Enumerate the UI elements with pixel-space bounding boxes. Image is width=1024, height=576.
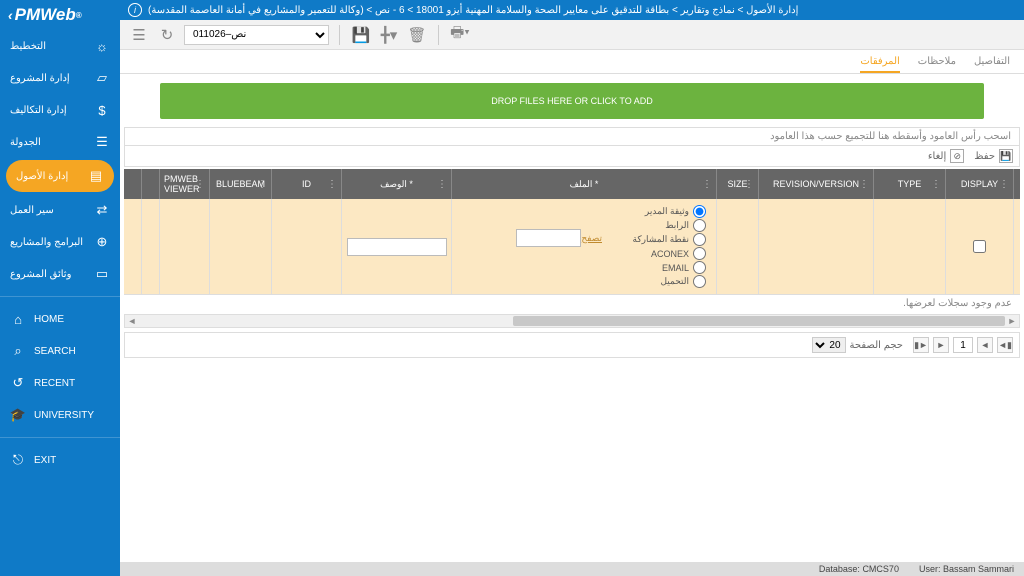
toolbar: ☰ ↻ نص–011026 💾 ╋▾ 🗑 🖶▾: [120, 20, 1024, 50]
radio-download[interactable]: التحميل: [660, 275, 706, 288]
dollar-icon: $: [94, 102, 110, 118]
filter-row: وثيقة المدير الرابط نقطة المشاركة ACONEX…: [124, 199, 1020, 295]
pager-prev[interactable]: ◄: [977, 337, 993, 353]
col-file[interactable]: الملف *⋮: [452, 169, 717, 199]
nav-documents[interactable]: وثائق المشروع▭: [0, 258, 120, 290]
db-value: CMCS70: [862, 564, 899, 574]
col-expand[interactable]: [142, 169, 160, 199]
pager-size-label: حجم الصفحة: [850, 340, 903, 351]
file-path-input[interactable]: [516, 229, 581, 247]
exit-icon: ⎋: [10, 452, 26, 468]
description-input[interactable]: [347, 238, 447, 256]
horizontal-scroll[interactable]: ◄ ►: [124, 314, 1020, 328]
tab-attachments[interactable]: المرفقات: [860, 50, 899, 73]
tab-details[interactable]: التفاصيل: [974, 50, 1010, 73]
col-size[interactable]: SIZE⋮: [717, 169, 759, 199]
file-source-radios: وثيقة المدير الرابط نقطة المشاركة ACONEX…: [456, 203, 712, 290]
save-small-icon: 💾: [999, 149, 1013, 163]
flow-icon: ⇄: [94, 202, 110, 218]
content: DROP FILES HERE OR CLICK TO ADD اسحب رأس…: [120, 75, 1024, 562]
col-select[interactable]: [124, 169, 142, 199]
search-icon: ⌕: [10, 343, 26, 359]
history-icon: ↺: [10, 375, 26, 391]
file-dropzone[interactable]: DROP FILES HERE OR CLICK TO ADD: [160, 83, 984, 119]
tabs: التفاصيل ملاحظات المرفقات: [120, 50, 1024, 74]
no-records-label: عدم وجود سجلات لعرضها.: [124, 295, 1020, 312]
print-icon[interactable]: 🖶▾: [449, 24, 471, 46]
pager-first[interactable]: ▮◄: [997, 337, 1013, 353]
footer-bar: Database: CMCS70 User: Bassam Sammari: [120, 562, 1024, 576]
logo: ‹ PMWeb ®: [0, 0, 120, 30]
pager-page-input[interactable]: [953, 337, 973, 353]
nav-home[interactable]: ⌂HOME: [0, 303, 120, 335]
user-value: Bassam Sammari: [943, 564, 1014, 574]
list-icon[interactable]: ☰: [128, 24, 150, 46]
pager-size-select[interactable]: 20: [812, 337, 846, 353]
book-icon: ▤: [88, 168, 104, 184]
document-icon: ▱: [94, 70, 110, 86]
nav-exit[interactable]: ⎋EXIT: [0, 444, 120, 476]
record-select[interactable]: نص–011026: [184, 25, 329, 45]
pager: ▮◄ ◄ ► ►▮ حجم الصفحة 20: [124, 332, 1020, 358]
delete-icon[interactable]: 🗑: [406, 24, 428, 46]
scroll-right-icon[interactable]: ►: [1005, 315, 1019, 327]
browse-link[interactable]: تصفح: [581, 233, 602, 244]
radio-sharepoint[interactable]: نقطة المشاركة: [633, 233, 706, 246]
save-icon[interactable]: 💾: [350, 24, 372, 46]
nav-recent[interactable]: ↺RECENT: [0, 367, 120, 399]
sidebar: ‹ PMWeb ® التخطيط☼ إدارة المشروع▱ إدارة …: [0, 0, 120, 576]
logo-text: PMWeb: [15, 5, 76, 25]
col-id[interactable]: ID⋮: [272, 169, 342, 199]
grid-action-bar: 💾حفظ ⊘إلغاء: [124, 146, 1020, 167]
add-icon[interactable]: ╋▾: [378, 24, 400, 46]
display-checkbox[interactable]: [973, 240, 986, 253]
user-label: User:: [919, 564, 941, 574]
nav-planning[interactable]: التخطيط☼: [0, 30, 120, 62]
db-label: Database:: [819, 564, 860, 574]
lightbulb-icon: ☼: [94, 38, 110, 54]
radio-doc-mgr[interactable]: وثيقة المدير: [645, 205, 706, 218]
cancel-small-icon: ⊘: [950, 149, 964, 163]
scroll-thumb[interactable]: [513, 316, 1005, 326]
home-icon: ⌂: [10, 311, 26, 327]
attachments-grid: PMWEB VIEWER⋮ BLUEBEAM⋮ ID⋮ الوصف *⋮ الم…: [124, 169, 1020, 295]
col-display[interactable]: DISPLAY⋮: [946, 169, 1014, 199]
grid-header: PMWEB VIEWER⋮ BLUEBEAM⋮ ID⋮ الوصف *⋮ الم…: [124, 169, 1020, 199]
col-bluebeam[interactable]: BLUEBEAM⋮: [210, 169, 272, 199]
nav-workflow[interactable]: سير العمل⇄: [0, 194, 120, 226]
col-revision[interactable]: REVISION/VERSION⋮: [759, 169, 874, 199]
pager-last[interactable]: ►▮: [913, 337, 929, 353]
briefcase-icon: ▭: [94, 266, 110, 282]
nav-scheduling[interactable]: الجدولة☰: [0, 126, 120, 158]
header-bar: إدارة الأصول > نماذج وتقارير > بطاقة للت…: [120, 0, 1024, 20]
breadcrumb: إدارة الأصول > نماذج وتقارير > بطاقة للت…: [148, 5, 798, 16]
nav-programs[interactable]: البرامج والمشاريع⊕: [0, 226, 120, 258]
group-by-bar[interactable]: اسحب رأس العامود وأسقطه هنا للتجميع حسب …: [124, 127, 1020, 146]
radio-email[interactable]: EMAIL: [662, 261, 706, 274]
bars-icon: ☰: [94, 134, 110, 150]
radio-aconex[interactable]: ACONEX: [651, 247, 706, 260]
globe-icon: ⊕: [94, 234, 110, 250]
nav-cost-mgmt[interactable]: إدارة التكاليف$: [0, 94, 120, 126]
info-icon[interactable]: i: [128, 3, 142, 17]
col-pmweb-viewer[interactable]: PMWEB VIEWER⋮: [160, 169, 210, 199]
radio-link[interactable]: الرابط: [665, 219, 706, 232]
col-type[interactable]: TYPE⋮: [874, 169, 946, 199]
graduation-icon: 🎓: [10, 407, 26, 423]
nav-university[interactable]: 🎓UNIVERSITY: [0, 399, 120, 431]
nav-project-mgmt[interactable]: إدارة المشروع▱: [0, 62, 120, 94]
grid-save-button[interactable]: 💾حفظ: [974, 149, 1013, 163]
collapse-chevron-icon[interactable]: ‹: [8, 7, 13, 23]
col-description[interactable]: الوصف *⋮: [342, 169, 452, 199]
logo-reg: ®: [76, 11, 82, 20]
scroll-left-icon[interactable]: ◄: [125, 315, 139, 327]
grid-cancel-button[interactable]: ⊘إلغاء: [928, 149, 964, 163]
nav-search[interactable]: ⌕SEARCH: [0, 335, 120, 367]
refresh-icon[interactable]: ↻: [156, 24, 178, 46]
nav-asset-mgmt[interactable]: إدارة الأصول▤: [6, 160, 114, 192]
pager-next[interactable]: ►: [933, 337, 949, 353]
tab-notes[interactable]: ملاحظات: [918, 50, 956, 73]
